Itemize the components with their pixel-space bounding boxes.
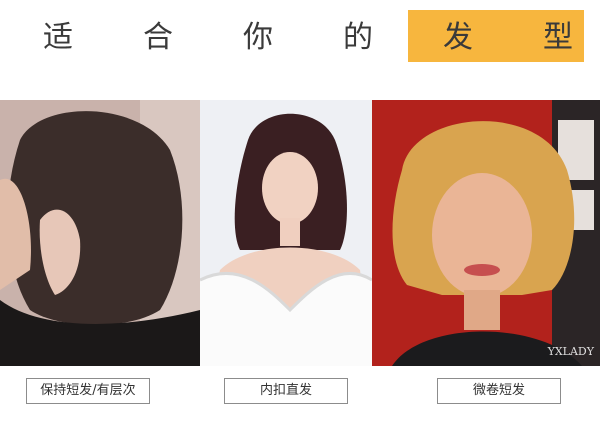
photo-straight-bob — [200, 100, 372, 366]
title-char-3: 你 — [243, 20, 273, 55]
label-short-layered: 保持短发/有层次 — [26, 378, 150, 404]
photo-wavy-bob-image — [372, 100, 600, 366]
watermark-text: YXLADY — [547, 345, 594, 358]
title-char-1: 适 — [43, 20, 73, 55]
title-char-2: 合 — [143, 20, 173, 55]
photo-straight-bob-image — [200, 100, 372, 366]
label-straight-bob: 内扣直发 — [224, 378, 348, 404]
photo-short-layered — [0, 100, 200, 366]
title-char-5: 发 — [443, 20, 473, 55]
title-char-6: 型 — [543, 20, 573, 55]
label-wavy-bob: 微卷短发 — [437, 378, 561, 404]
photo-short-layered-image — [0, 100, 200, 366]
photo-wavy-bob: YXLADY — [372, 100, 600, 366]
title-char-4: 的 — [343, 20, 373, 55]
